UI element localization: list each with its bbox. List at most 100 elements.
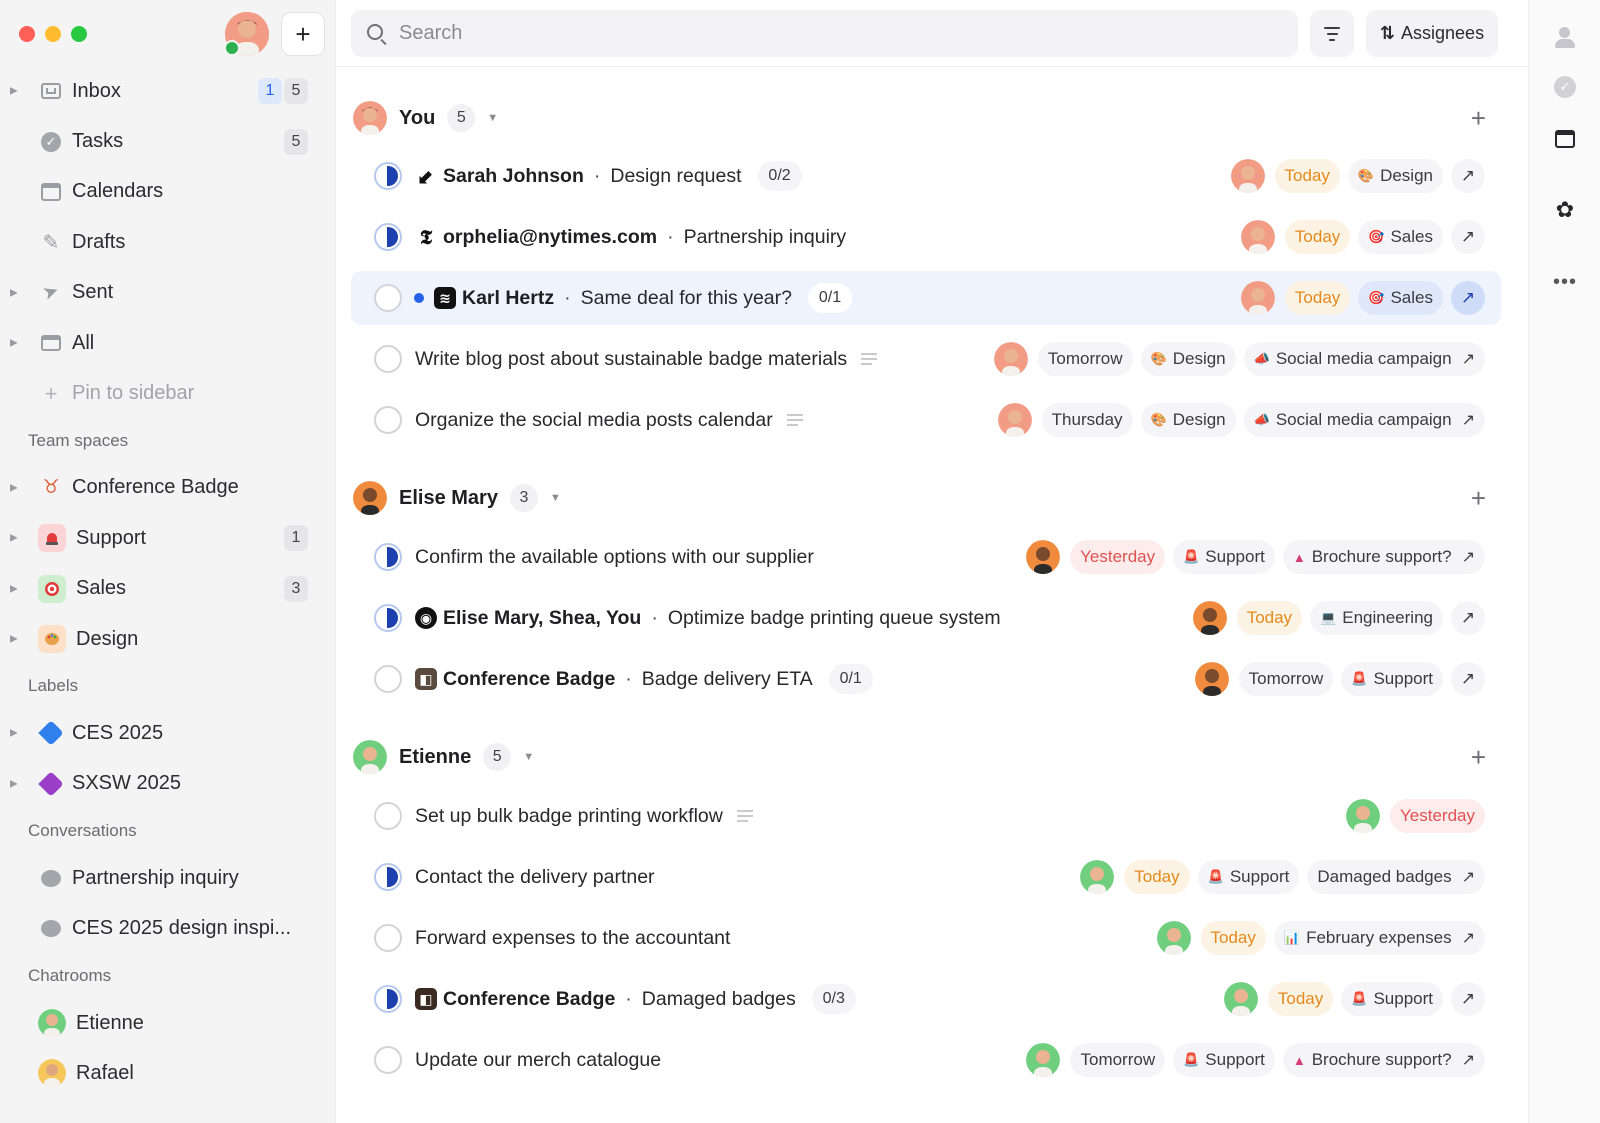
project-chip[interactable]: ▲ Brochure support? ↗ (1282, 540, 1485, 574)
due-date-chip[interactable]: Yesterday (1070, 540, 1166, 574)
close-window-button[interactable] (19, 26, 35, 42)
sidebar-item-all[interactable]: ▶ All (0, 318, 336, 368)
status-in-progress-icon[interactable] (374, 162, 402, 190)
ai-assistant-icon[interactable]: ✿ (1553, 197, 1577, 222)
check-circle-icon[interactable]: ✓ (1553, 75, 1577, 99)
status-in-progress-icon[interactable] (374, 863, 402, 891)
task-row[interactable]: Set up bulk badge printing workflow Yest… (351, 789, 1501, 843)
space-chip[interactable]: 🚨 Support (1173, 1043, 1275, 1077)
expand-caret-icon[interactable]: ▶ (10, 583, 18, 594)
space-chip[interactable]: 🎨 Design (1140, 342, 1236, 376)
sidebar-item-chat-etienne[interactable]: Etienne (0, 998, 336, 1048)
task-row[interactable]: ◧ Conference Badge · Badge delivery ETA … (351, 652, 1501, 706)
task-row[interactable]: Forward expenses to the accountant Today… (351, 911, 1501, 965)
due-date-chip[interactable]: Today (1124, 860, 1190, 894)
zoom-window-button[interactable] (71, 26, 87, 42)
expand-caret-icon[interactable]: ▶ (10, 533, 18, 544)
add-task-button[interactable]: + (1471, 103, 1486, 134)
add-task-button[interactable]: + (1471, 742, 1486, 773)
due-date-chip[interactable]: Today (1267, 982, 1334, 1016)
due-date-chip[interactable]: Today (1200, 921, 1266, 955)
sidebar-item-support[interactable]: ▶ Support 1 (0, 513, 336, 563)
task-row[interactable]: Confirm the available options with our s… (351, 530, 1501, 584)
task-row[interactable]: Update our merch catalogue Tomorrow 🚨 Sup… (351, 1033, 1501, 1087)
space-chip[interactable]: 🚨 Support (1341, 982, 1443, 1016)
space-chip[interactable]: 🚨 Support (1197, 860, 1300, 894)
minimize-window-button[interactable] (45, 26, 61, 42)
space-chip[interactable]: 🎨 Design (1347, 159, 1443, 193)
pin-to-sidebar-button[interactable]: + Pin to sidebar (0, 368, 336, 418)
collapse-caret-icon[interactable]: ▼ (487, 112, 498, 124)
sidebar-item-ces-design-inspiration[interactable]: CES 2025 design inspi... (0, 903, 336, 953)
space-chip[interactable]: 🚨 Support (1173, 540, 1275, 574)
status-todo-icon[interactable] (374, 406, 402, 434)
more-options-icon[interactable]: ••• (1553, 270, 1577, 294)
status-todo-icon[interactable] (374, 284, 402, 312)
due-date-chip[interactable]: Today (1274, 159, 1340, 193)
project-chip[interactable]: ▲ Brochure support? ↗ (1282, 1043, 1485, 1077)
expand-caret-icon[interactable]: ▶ (10, 634, 18, 645)
space-chip[interactable]: 🎨 Design (1140, 403, 1236, 437)
space-chip[interactable]: 🎯 Sales (1358, 220, 1443, 254)
group-header-you[interactable]: You 5 ▼ + (351, 95, 1501, 141)
sidebar-item-inbox[interactable]: ▶ Inbox 1 5 (0, 66, 336, 116)
expand-caret-icon[interactable]: ▶ (10, 338, 18, 349)
sidebar-item-sent[interactable]: ▶ ➤ Sent (0, 268, 336, 318)
new-item-button[interactable]: + (281, 12, 325, 56)
due-date-chip[interactable]: Today (1236, 601, 1303, 635)
task-row[interactable]: Organize the social media posts calendar… (351, 393, 1501, 447)
sidebar-item-drafts[interactable]: ✎ Drafts (0, 217, 336, 267)
group-header-etienne[interactable]: Etienne 5 ▼ + (351, 734, 1501, 780)
space-chip[interactable]: 🚨 Support (1341, 662, 1443, 696)
sidebar-item-partnership-inquiry[interactable]: Partnership inquiry (0, 853, 336, 903)
search-input[interactable]: Search (351, 10, 1298, 57)
space-chip[interactable]: 💻 Engineering (1310, 601, 1443, 635)
due-date-chip[interactable]: Tomorrow (1238, 662, 1334, 696)
sidebar-item-sxsw-2025[interactable]: ▶ SXSW 2025 (0, 759, 336, 809)
due-date-chip[interactable]: Today (1284, 281, 1351, 315)
open-arrow-button[interactable]: ↗ (1451, 159, 1485, 193)
due-date-chip[interactable]: Yesterday (1390, 799, 1485, 833)
sidebar-item-ces-2025[interactable]: ▶ CES 2025 (0, 708, 336, 758)
sidebar-item-design[interactable]: ▶ Design (0, 614, 336, 664)
open-arrow-button[interactable]: ↗ (1451, 662, 1485, 696)
task-row-selected[interactable]: ≋ Karl Hertz · Same deal for this year? … (351, 271, 1501, 325)
status-todo-icon[interactable] (374, 665, 402, 693)
sidebar-item-conference-badge[interactable]: ▶ ♉︎ Conference Badge (0, 463, 336, 513)
task-row[interactable]: 𝕿 orphelia@nytimes.com · Partnership inq… (351, 210, 1501, 264)
space-chip[interactable]: 🎯 Sales (1358, 281, 1443, 315)
status-todo-icon[interactable] (374, 802, 402, 830)
status-todo-icon[interactable] (374, 1046, 402, 1074)
filter-button[interactable] (1310, 10, 1354, 57)
due-date-chip[interactable]: Tomorrow (1037, 342, 1133, 376)
sidebar-item-chat-rafael[interactable]: Rafael (0, 1048, 336, 1098)
expand-caret-icon[interactable]: ▶ (10, 86, 18, 97)
add-task-button[interactable]: + (1471, 483, 1486, 514)
status-todo-icon[interactable] (374, 345, 402, 373)
project-chip[interactable]: Damaged badges ↗ (1307, 860, 1485, 894)
collapse-caret-icon[interactable]: ▼ (550, 492, 561, 504)
open-arrow-button[interactable]: ↗ (1451, 982, 1485, 1016)
task-row[interactable]: Write blog post about sustainable badge … (351, 332, 1501, 386)
group-header-elise-mary[interactable]: Elise Mary 3 ▼ + (351, 475, 1501, 521)
status-in-progress-icon[interactable] (374, 543, 402, 571)
sidebar-item-tasks[interactable]: ✓ Tasks 5 (0, 116, 336, 166)
project-chip[interactable]: 📊 February expenses ↗ (1273, 921, 1485, 955)
calendar-icon[interactable] (1553, 127, 1577, 151)
due-date-chip[interactable]: Tomorrow (1070, 1043, 1166, 1077)
expand-caret-icon[interactable]: ▶ (10, 287, 18, 298)
task-row[interactable]: ◉ Elise Mary, Shea, You · Optimize badge… (351, 591, 1501, 645)
task-row[interactable]: ⬋ Sarah Johnson · Design request 0/2 Tod… (351, 149, 1501, 203)
open-arrow-button[interactable]: ↗ (1451, 220, 1485, 254)
project-chip[interactable]: 📣 Social media campaign ↗ (1243, 342, 1485, 376)
project-chip[interactable]: 📣 Social media campaign ↗ (1243, 403, 1485, 437)
status-todo-icon[interactable] (374, 924, 402, 952)
status-in-progress-icon[interactable] (374, 985, 402, 1013)
due-date-chip[interactable]: Today (1284, 220, 1351, 254)
assignees-sort-button[interactable]: ⇅ Assignees (1366, 10, 1498, 57)
task-row[interactable]: Contact the delivery partner Today 🚨 Supp… (351, 850, 1501, 904)
task-row[interactable]: ◧ Conference Badge · Damaged badges 0/3 … (351, 972, 1501, 1026)
open-arrow-button[interactable]: ↗ (1451, 601, 1485, 635)
expand-caret-icon[interactable]: ▶ (10, 778, 18, 789)
due-date-chip[interactable]: Thursday (1041, 403, 1133, 437)
